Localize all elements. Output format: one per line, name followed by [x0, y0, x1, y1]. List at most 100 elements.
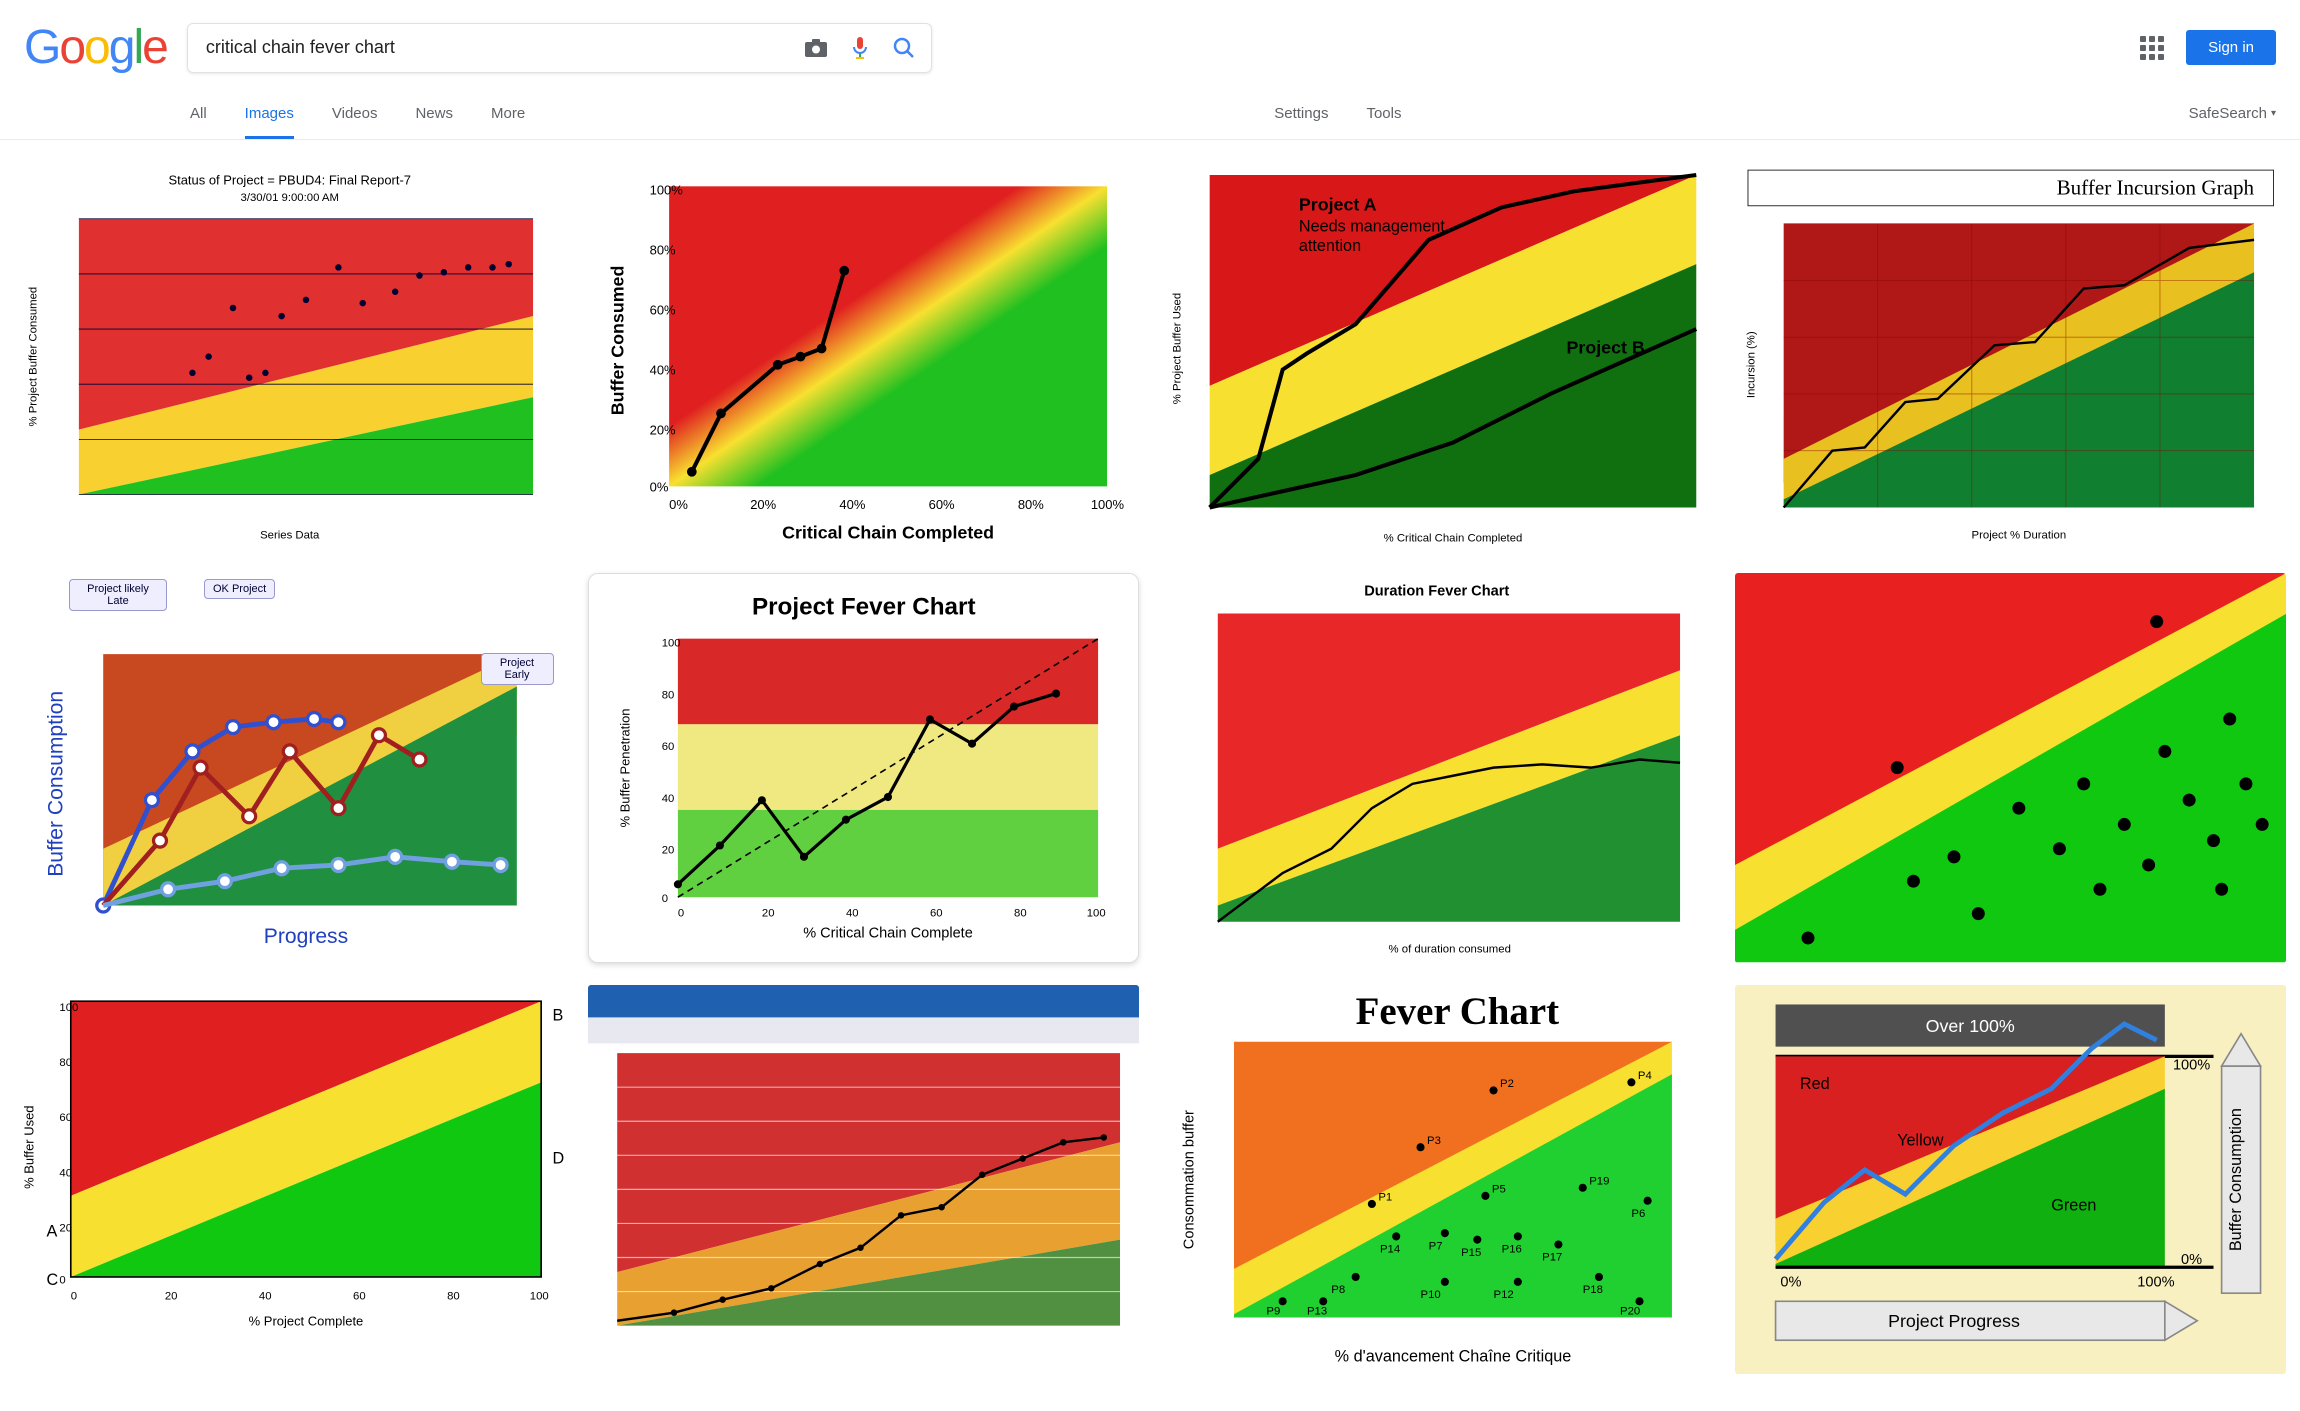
svg-text:0: 0: [677, 908, 683, 920]
svg-text:60%: 60%: [649, 302, 675, 317]
svg-text:P5: P5: [1492, 1184, 1506, 1196]
chart-title: Fever Chart: [1356, 990, 1560, 1033]
y-axis-label: Buffer Consumption: [2227, 1108, 2245, 1251]
svg-text:80: 80: [59, 1057, 72, 1069]
svg-text:P4: P4: [1638, 1070, 1652, 1082]
chart-title: Duration Fever Chart: [1364, 584, 1509, 600]
safesearch-label: SafeSearch: [2189, 105, 2267, 122]
result-thumbnail-2[interactable]: Buffer Consumed Critical Chain Completed…: [588, 162, 1140, 551]
result-thumbnail-3[interactable]: Project A Needs management attention Pro…: [1161, 162, 1713, 551]
y-axis-label: Consommation buffer: [1181, 1110, 1197, 1249]
y-axis-label: Buffer Consumed: [607, 266, 627, 416]
y-axis-label: % Buffer Penetration: [617, 709, 632, 828]
svg-text:80: 80: [661, 690, 674, 702]
svg-text:20: 20: [761, 908, 774, 920]
svg-text:100: 100: [59, 1002, 78, 1014]
svg-text:P10: P10: [1421, 1289, 1441, 1301]
svg-text:20%: 20%: [750, 497, 776, 512]
google-logo[interactable]: Google: [24, 20, 167, 75]
svg-text:40: 40: [661, 793, 674, 805]
svg-text:60: 60: [930, 908, 943, 920]
svg-text:100%: 100%: [1090, 497, 1124, 512]
signin-button[interactable]: Sign in: [2186, 30, 2276, 65]
svg-text:P14: P14: [1380, 1244, 1400, 1256]
zone-label: A: [46, 1223, 57, 1241]
tab-videos[interactable]: Videos: [332, 91, 378, 139]
search-icon[interactable]: [891, 35, 917, 61]
result-thumbnail-7[interactable]: Duration Fever Chart % of duration consu…: [1161, 573, 1713, 963]
svg-text:P8: P8: [1331, 1284, 1345, 1296]
svg-text:20: 20: [661, 845, 674, 857]
callout-late: Project likely Late: [69, 579, 167, 611]
svg-text:P6: P6: [1631, 1208, 1645, 1220]
result-thumbnail-6[interactable]: Project Fever Chart % Buffer Penetration…: [588, 573, 1140, 963]
result-thumbnail-11[interactable]: Fever Chart P2 P4 P3 P1 P5 P19 P6 P14 P7…: [1161, 985, 1713, 1374]
chart-annotation: attention: [1299, 237, 1361, 255]
svg-text:40: 40: [59, 1168, 72, 1180]
svg-text:80: 80: [447, 1291, 460, 1303]
svg-text:0%: 0%: [649, 479, 668, 494]
svg-text:60: 60: [353, 1291, 366, 1303]
tab-all[interactable]: All: [190, 91, 207, 139]
svg-text:P17: P17: [1542, 1252, 1562, 1264]
result-thumbnail-8[interactable]: [1735, 573, 2287, 963]
result-thumbnail-5[interactable]: Buffer Consumption Progress Project like…: [14, 573, 566, 963]
tab-news[interactable]: News: [415, 91, 453, 139]
svg-text:P9: P9: [1266, 1305, 1280, 1317]
svg-text:P2: P2: [1500, 1078, 1514, 1090]
x-axis-label: Series Data: [260, 529, 320, 541]
chart-annotation: Needs management: [1299, 218, 1446, 236]
svg-text:60: 60: [59, 1112, 72, 1124]
result-thumbnail-1[interactable]: Status of Project = PBUD4: Final Report-…: [14, 162, 566, 551]
axis-tick: 100%: [2172, 1058, 2209, 1074]
y-axis-label: % Project Buffer Used: [1171, 293, 1183, 404]
svg-text:0: 0: [71, 1291, 77, 1303]
search-input[interactable]: [206, 37, 803, 58]
tab-tools[interactable]: Tools: [1366, 91, 1401, 139]
search-bar: [187, 23, 932, 73]
svg-text:P16: P16: [1502, 1244, 1522, 1256]
svg-text:100: 100: [1086, 908, 1105, 920]
chevron-down-icon: ▾: [2271, 108, 2276, 119]
result-thumbnail-12[interactable]: Over 100% Red Yellow Green 0% 100% 100% …: [1735, 985, 2287, 1374]
x-axis-label: % Critical Chain Completed: [1384, 533, 1523, 545]
result-thumbnail-10[interactable]: [588, 985, 1140, 1374]
svg-text:20%: 20%: [649, 422, 675, 437]
zone-label: Green: [2051, 1197, 2096, 1215]
svg-text:100%: 100%: [649, 182, 683, 197]
tab-more[interactable]: More: [491, 91, 525, 139]
safesearch-dropdown[interactable]: SafeSearch ▾: [2189, 91, 2276, 139]
tab-settings[interactable]: Settings: [1274, 91, 1328, 139]
result-thumbnail-4[interactable]: Buffer Incursion Graph Incursion (%) Pro…: [1735, 162, 2287, 551]
axis-tick: 100%: [2137, 1275, 2174, 1291]
axis-tick: 0%: [1780, 1275, 1801, 1291]
svg-text:P19: P19: [1589, 1176, 1609, 1188]
svg-text:60%: 60%: [928, 497, 954, 512]
x-axis-label: % of duration consumed: [1389, 944, 1511, 956]
svg-text:0: 0: [661, 893, 667, 905]
over-label: Over 100%: [1925, 1016, 2014, 1036]
chart-annotation: Project A: [1299, 195, 1377, 215]
x-axis-label: % Critical Chain Complete: [803, 926, 973, 942]
svg-text:100: 100: [530, 1291, 549, 1303]
tab-images[interactable]: Images: [245, 91, 294, 139]
svg-text:P12: P12: [1494, 1289, 1514, 1301]
svg-text:80%: 80%: [649, 242, 675, 257]
svg-text:P1: P1: [1378, 1192, 1392, 1204]
callout-early: Project Early: [481, 653, 554, 685]
camera-icon[interactable]: [803, 35, 829, 61]
chart-title: Status of Project = PBUD4: Final Report-…: [168, 173, 411, 188]
svg-text:80%: 80%: [1017, 497, 1043, 512]
x-axis-label: % Project Complete: [249, 1314, 364, 1329]
mic-icon[interactable]: [847, 35, 873, 61]
zone-label: C: [46, 1271, 58, 1289]
apps-icon[interactable]: [2140, 36, 2164, 60]
svg-text:40: 40: [259, 1291, 272, 1303]
svg-text:100: 100: [661, 638, 680, 650]
callout-ok: OK Project: [204, 579, 275, 599]
x-axis-label: Progress: [264, 925, 348, 948]
svg-text:0%: 0%: [669, 497, 688, 512]
zone-label: D: [553, 1150, 565, 1168]
svg-text:60: 60: [661, 741, 674, 753]
result-thumbnail-9[interactable]: % Buffer Used % Project Complete A B C D…: [14, 985, 566, 1374]
